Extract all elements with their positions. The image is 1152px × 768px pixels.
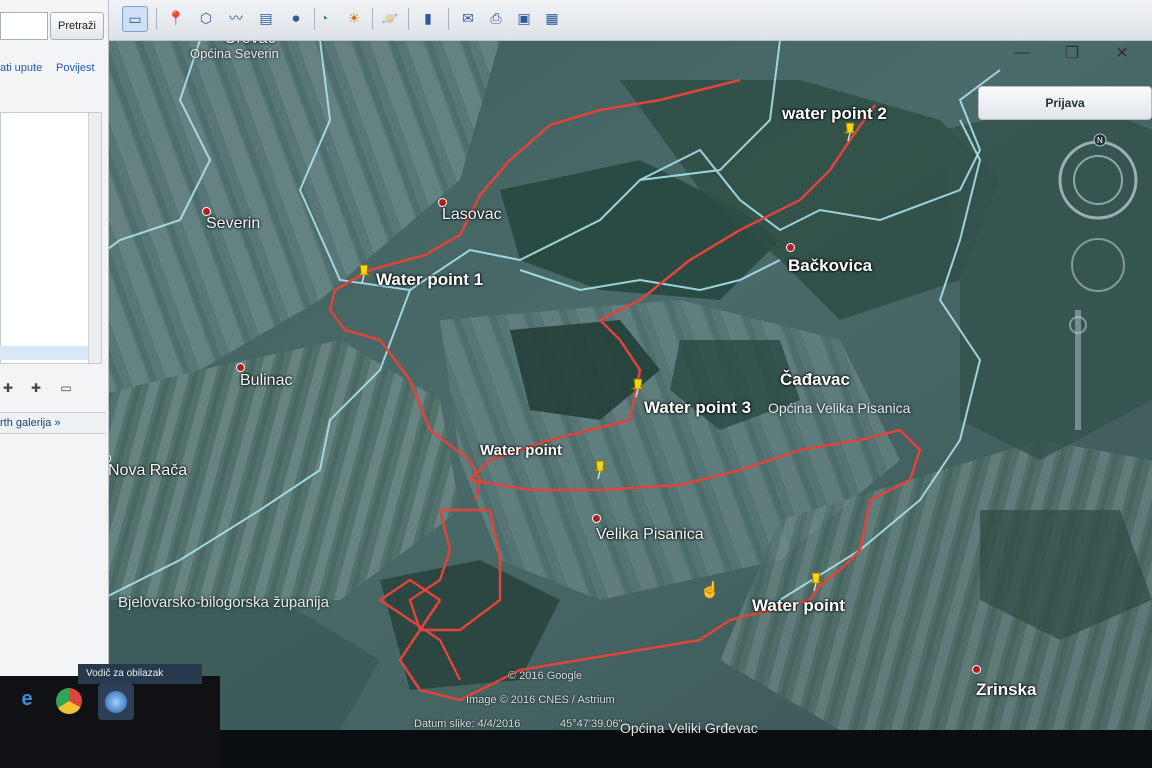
ruler-icon[interactable]: ▮ bbox=[416, 6, 440, 30]
sidebar: Pretraži ati upute Povijest ✚ ✚ ▭ rth ga… bbox=[0, 0, 109, 680]
search-button[interactable]: Pretraži bbox=[50, 12, 104, 40]
compass-icon[interactable]: N bbox=[1052, 130, 1148, 510]
waypoint-label-water-point-3[interactable]: Water point 3 bbox=[644, 398, 751, 418]
print-icon[interactable]: ⎙ bbox=[484, 6, 508, 30]
earth-gallery-button[interactable]: rth galerija » bbox=[0, 412, 106, 434]
map-view[interactable]: Orovac Općina Severin Severin Lasovac Ba… bbox=[80, 30, 1152, 736]
add-icon[interactable]: ✚ bbox=[28, 380, 44, 396]
place-label-bulinac[interactable]: Bulinac bbox=[240, 372, 292, 390]
close-button[interactable]: ✕ bbox=[1102, 40, 1142, 66]
waypoint-label-water-point-center[interactable]: Water point bbox=[480, 442, 562, 459]
tour-guide-bar[interactable]: Vodič za obilazak bbox=[78, 664, 202, 684]
maps-view-icon[interactable]: ▦ bbox=[540, 6, 564, 30]
pushpin-icon[interactable] bbox=[808, 572, 824, 592]
navigation-controls[interactable]: N bbox=[1052, 130, 1148, 510]
history-link[interactable]: Povijest bbox=[56, 62, 95, 74]
places-panel[interactable] bbox=[0, 112, 102, 364]
panel-selection bbox=[0, 346, 88, 360]
place-marker bbox=[592, 514, 601, 523]
place-label-zrinska[interactable]: Zrinska bbox=[976, 680, 1036, 700]
panel-scrollbar[interactable] bbox=[88, 113, 101, 363]
taskbar: e bbox=[0, 676, 220, 768]
sun-icon[interactable]: ☀ bbox=[342, 6, 366, 30]
placemark-icon[interactable]: 📍 bbox=[164, 6, 188, 30]
search-row: Pretraži bbox=[0, 8, 106, 44]
google-earth-window: Orovac Općina Severin Severin Lasovac Ba… bbox=[0, 0, 1152, 768]
imagery-date-text: Datum slike: 4/4/2016 bbox=[414, 718, 521, 730]
region-label-opcina-veliki-grdevac: Općina Veliki Grđevac bbox=[620, 720, 758, 736]
place-marker bbox=[972, 665, 981, 674]
planets-icon[interactable]: 🪐 bbox=[378, 6, 402, 30]
pushpin-icon[interactable] bbox=[630, 378, 646, 398]
directions-link[interactable]: ati upute bbox=[0, 62, 42, 74]
pushpin-icon[interactable] bbox=[842, 122, 858, 142]
toolbar-separator bbox=[372, 8, 373, 30]
minimize-button[interactable]: — bbox=[1002, 40, 1042, 66]
place-label-nova-raca[interactable]: Nova Rača bbox=[108, 462, 187, 480]
toolbar-separator bbox=[448, 8, 449, 30]
hand-cursor-icon: ☝ bbox=[700, 582, 720, 599]
waypoint-label-water-point-south[interactable]: Water point bbox=[752, 596, 845, 616]
folder-icon[interactable]: ▭ bbox=[58, 380, 74, 396]
pushpin-icon[interactable] bbox=[356, 264, 372, 284]
maximize-button[interactable]: ❐ bbox=[1052, 40, 1092, 66]
region-label-opcina-severin: Općina Severin bbox=[190, 46, 279, 61]
layer-controls: ✚ ✚ ▭ bbox=[0, 378, 106, 400]
internet-explorer-icon[interactable]: e bbox=[12, 684, 42, 714]
record-tour-icon[interactable]: ⏺ bbox=[284, 6, 308, 30]
place-label-velika-pisanica[interactable]: Velika Pisanica bbox=[596, 526, 704, 544]
chrome-icon[interactable] bbox=[56, 688, 82, 714]
path-icon[interactable]: 〰 bbox=[224, 6, 248, 30]
copyright-text: © 2016 Google bbox=[508, 670, 583, 682]
region-label-zupanija: Bjelovarsko-bilogorska županija bbox=[118, 594, 329, 611]
email-icon[interactable]: ✉ bbox=[456, 6, 480, 30]
image-overlay-icon[interactable]: ▤ bbox=[254, 6, 278, 30]
historical-imagery-icon[interactable]: ◔ bbox=[312, 6, 336, 30]
region-label-opcina-velika-pisanica: Općina Velika Pisanica bbox=[768, 400, 911, 416]
login-button[interactable]: Prijava bbox=[978, 86, 1152, 120]
pushpin-icon[interactable] bbox=[592, 460, 608, 480]
waypoint-label-water-point-1[interactable]: Water point 1 bbox=[376, 270, 483, 290]
place-label-backovica[interactable]: Bačkovica bbox=[788, 256, 872, 276]
search-input[interactable] bbox=[0, 12, 48, 40]
place-marker bbox=[236, 363, 245, 372]
place-label-lasovac[interactable]: Lasovac bbox=[442, 206, 502, 224]
polygon-icon[interactable]: ⬡ bbox=[194, 6, 218, 30]
toolbar-separator bbox=[408, 8, 409, 30]
google-earth-taskbar-icon[interactable] bbox=[98, 684, 134, 720]
coordinates-readout: 45°47'39.06" bbox=[560, 718, 623, 730]
waypoint-label-water-point-2[interactable]: water point 2 bbox=[782, 104, 887, 124]
add-icon[interactable]: ✚ bbox=[0, 380, 16, 396]
place-label-severin[interactable]: Severin bbox=[206, 215, 260, 233]
svg-text:N: N bbox=[1097, 136, 1103, 145]
place-marker bbox=[786, 243, 795, 252]
image-credit-text: Image © 2016 CNES / Astrium bbox=[466, 694, 615, 706]
place-label-cadavac[interactable]: Čađavac bbox=[780, 370, 850, 390]
sidebar-toggle-icon[interactable]: ▭ bbox=[122, 6, 148, 32]
save-image-icon[interactable]: ▣ bbox=[512, 6, 536, 30]
toolbar-separator bbox=[156, 8, 157, 30]
main-toolbar: ▭ 📍 ⬡ 〰 ▤ ⏺ ◔ ☀ 🪐 ▮ ✉ ⎙ ▣ ▦ bbox=[108, 0, 1152, 41]
